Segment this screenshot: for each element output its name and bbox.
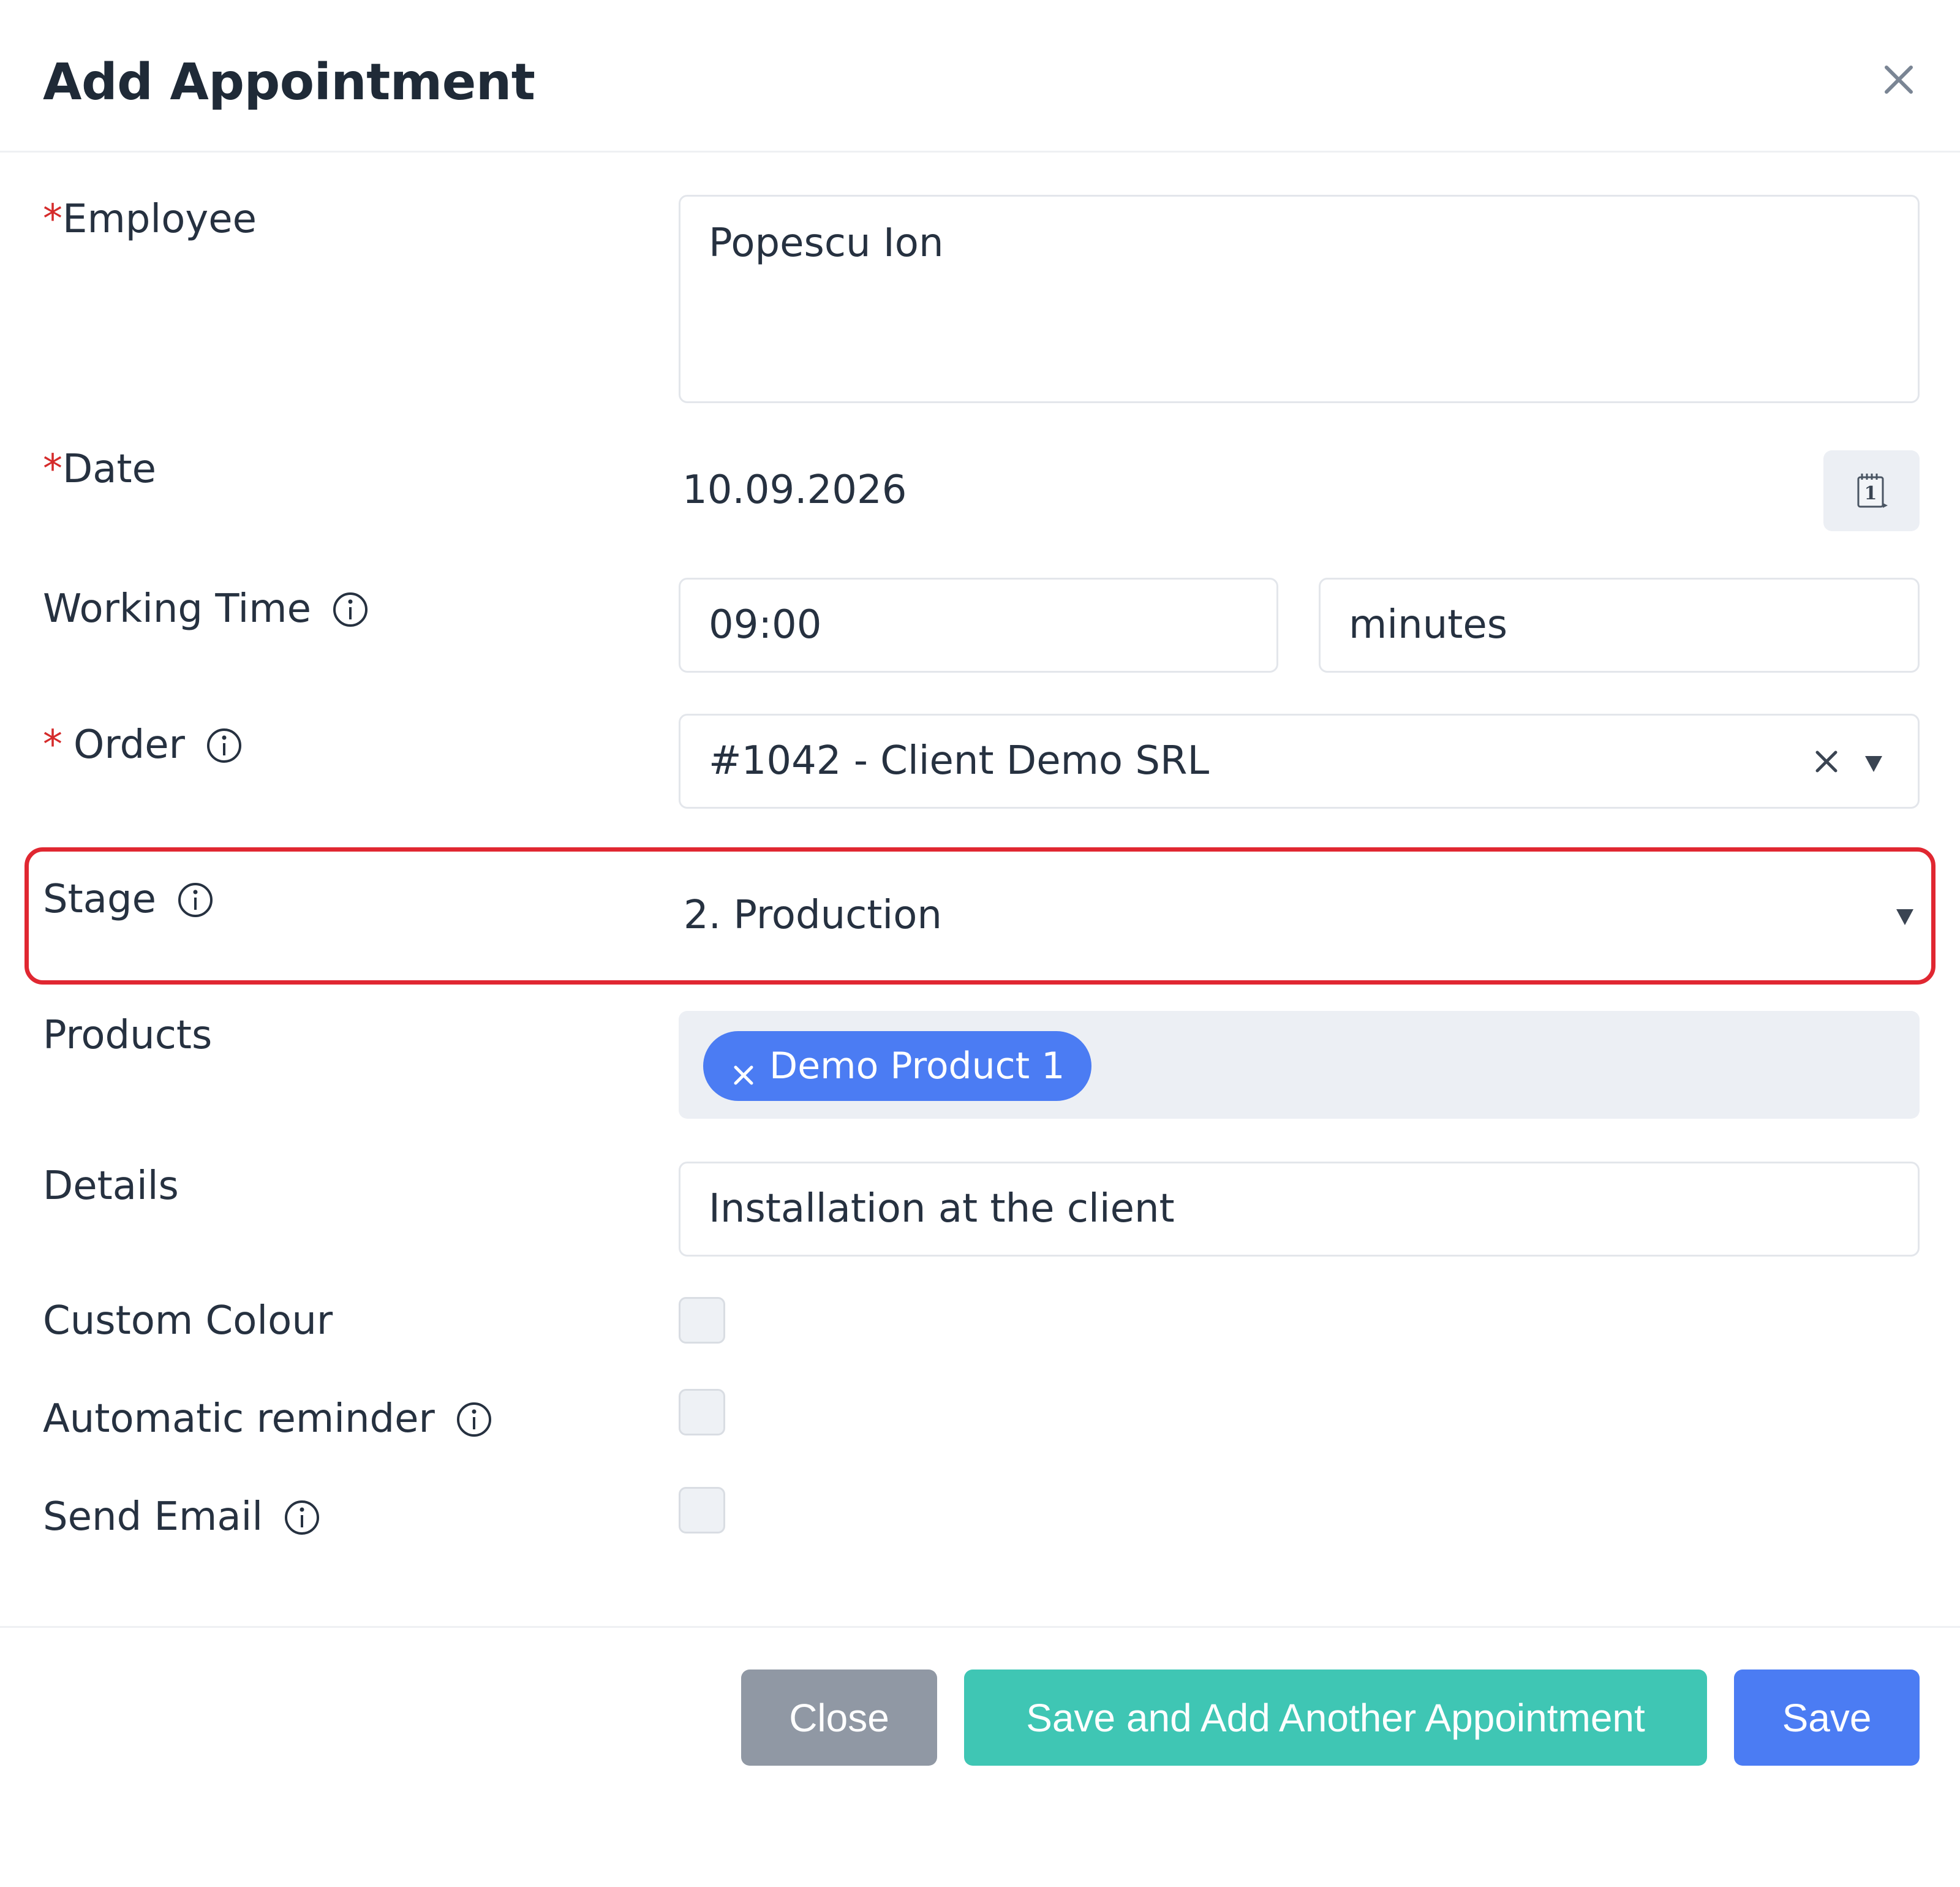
close-icon[interactable]: [1874, 55, 1923, 104]
employee-value: Popescu Ion: [709, 221, 944, 266]
date-label-text: Date: [62, 447, 156, 492]
products-label: Products: [43, 1011, 212, 1060]
working-time-input[interactable]: 09:00: [679, 578, 1278, 673]
svg-text:1: 1: [1864, 483, 1877, 504]
dialog-title: Add Appointment: [43, 53, 535, 112]
stage-label-text: Stage: [43, 877, 156, 922]
employee-label: * Employee: [43, 195, 257, 244]
order-value: #1042 - Client Demo SRL: [709, 738, 1210, 784]
automatic-reminder-label: Automatic reminder: [43, 1394, 492, 1443]
order-label: * Order: [43, 720, 243, 770]
caret-down-icon[interactable]: [1894, 906, 1916, 928]
employee-label-text: Employee: [62, 197, 257, 242]
working-time-label: Working Time: [43, 584, 369, 633]
info-icon[interactable]: [456, 1401, 492, 1437]
required-marker: *: [43, 447, 62, 492]
info-icon[interactable]: [284, 1499, 320, 1535]
calendar-button[interactable]: 1: [1823, 450, 1920, 531]
send-email-checkbox[interactable]: [679, 1487, 725, 1533]
order-select[interactable]: #1042 - Client Demo SRL: [679, 714, 1920, 809]
close-button[interactable]: Close: [741, 1670, 937, 1766]
date-input[interactable]: 10.09.2026: [682, 466, 907, 515]
required-marker: *: [43, 197, 62, 242]
custom-colour-checkbox[interactable]: [679, 1297, 725, 1344]
product-chip-label: Demo Product 1: [769, 1045, 1065, 1087]
product-chip: Demo Product 1: [703, 1031, 1092, 1101]
order-label-text: Order: [74, 722, 185, 768]
duration-input[interactable]: minutes: [1319, 578, 1920, 673]
date-label: * Date: [43, 445, 156, 494]
duration-value: minutes: [1349, 602, 1508, 648]
products-label-text: Products: [43, 1013, 213, 1058]
custom-colour-label: Custom Colour: [43, 1296, 333, 1345]
save-button[interactable]: Save: [1734, 1670, 1920, 1766]
details-label-text: Details: [43, 1163, 179, 1209]
stage-value: 2. Production: [684, 893, 942, 938]
details-label: Details: [43, 1162, 179, 1211]
footer-divider: [0, 1626, 1960, 1628]
caret-down-icon[interactable]: [1863, 752, 1885, 774]
send-email-label-text: Send Email: [43, 1494, 263, 1540]
working-time-value: 09:00: [709, 602, 822, 648]
info-icon[interactable]: [206, 727, 243, 763]
custom-colour-label-text: Custom Colour: [43, 1298, 333, 1344]
send-email-label: Send Email: [43, 1492, 320, 1541]
info-icon[interactable]: [332, 591, 369, 627]
save-and-add-another-button[interactable]: Save and Add Another Appointment: [964, 1670, 1707, 1766]
stage-label: Stage: [43, 875, 214, 924]
calendar-icon: 1: [1857, 474, 1888, 508]
employee-field[interactable]: Popescu Ion: [679, 195, 1920, 403]
info-icon[interactable]: [177, 881, 214, 918]
clear-icon[interactable]: [1812, 747, 1841, 776]
automatic-reminder-label-text: Automatic reminder: [43, 1396, 435, 1442]
remove-chip-icon[interactable]: [731, 1054, 756, 1085]
details-input[interactable]: Installation at the client: [679, 1162, 1920, 1257]
details-value: Installation at the client: [709, 1186, 1175, 1231]
required-marker: *: [43, 722, 62, 768]
header-divider: [0, 151, 1960, 153]
working-time-label-text: Working Time: [43, 586, 311, 632]
stage-select[interactable]: 2. Production: [679, 870, 1920, 962]
automatic-reminder-checkbox[interactable]: [679, 1389, 725, 1435]
